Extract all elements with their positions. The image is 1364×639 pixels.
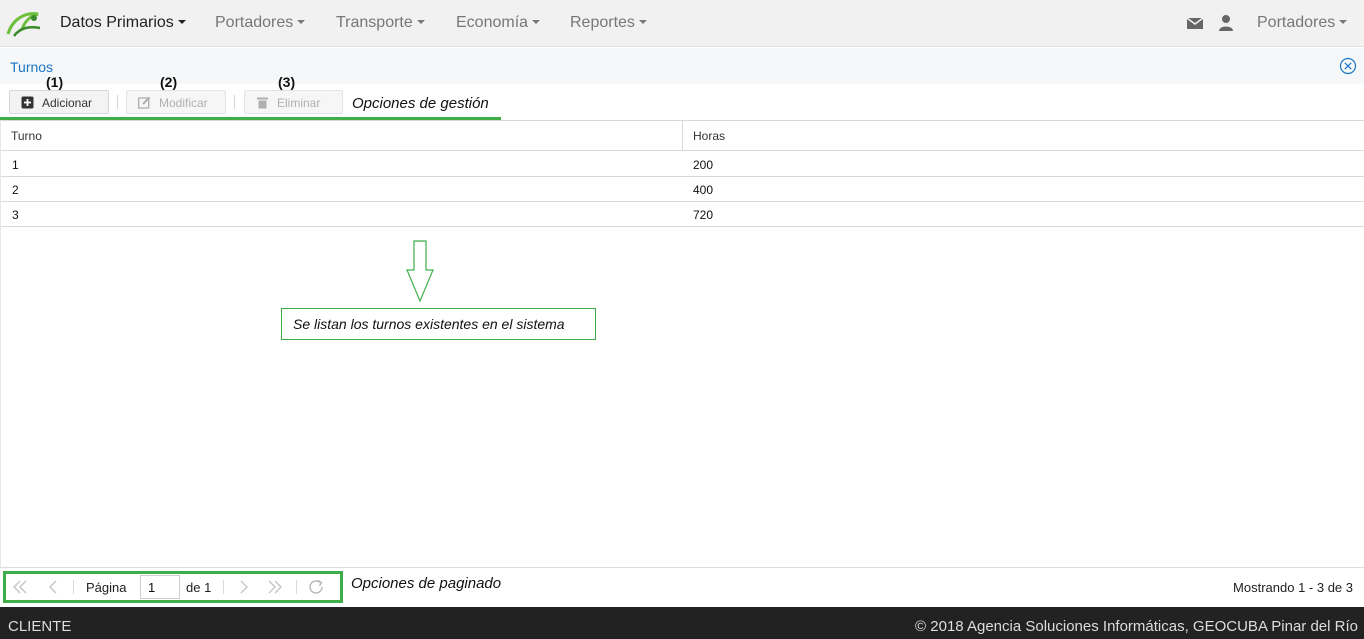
callout-text: Se listan los turnos existentes en el si…	[293, 316, 565, 332]
toolbar-separator	[234, 95, 235, 109]
page-label: Página	[86, 580, 127, 595]
cell-turno: 2	[12, 183, 19, 197]
cell-horas: 400	[693, 183, 714, 197]
table-row[interactable]: 3 720	[1, 202, 1364, 227]
toolbar-separator	[117, 95, 118, 109]
pager-separator	[73, 580, 74, 594]
first-page-icon[interactable]	[11, 579, 29, 595]
plus-square-icon	[21, 96, 34, 109]
footer: CLIENTE © 2018 Agencia Soluciones Inform…	[0, 607, 1364, 639]
add-button-label: Adicionar	[42, 96, 93, 110]
edit-button-label: Modificar	[159, 96, 208, 110]
turnos-grid: Turno Horas 1 200 2 400 3 720	[0, 120, 1364, 567]
panel-title: Turnos	[10, 59, 54, 75]
cell-horas: 200	[693, 158, 714, 172]
column-divider[interactable]	[682, 121, 683, 151]
nav-datos-primarios[interactable]: Datos Primarios	[60, 14, 186, 32]
panel-header: Turnos	[0, 48, 1364, 84]
table-row[interactable]: 1 200	[1, 152, 1364, 177]
footer-copyright: © 2018 Agencia Soluciones Informáticas, …	[915, 618, 1358, 635]
trash-icon	[257, 97, 268, 109]
grid-header: Turno Horas	[1, 121, 1364, 151]
last-page-icon[interactable]	[266, 579, 284, 595]
edit-icon	[138, 96, 151, 109]
next-page-icon[interactable]	[235, 579, 253, 595]
pager-separator	[223, 580, 224, 594]
edit-button[interactable]: Modificar	[126, 90, 226, 114]
close-icon[interactable]	[1339, 57, 1357, 75]
marker-2: (2)	[160, 74, 178, 90]
nav-economia[interactable]: Economía	[456, 14, 541, 32]
table-row[interactable]: 2 400	[1, 177, 1364, 202]
nav-reportes[interactable]: Reportes	[570, 14, 647, 32]
page-count-label: de 1	[186, 580, 212, 595]
logo-icon[interactable]	[4, 6, 44, 40]
user-menu[interactable]: Portadores	[1257, 14, 1348, 32]
callout-annotation: Se listan los turnos existentes en el si…	[281, 308, 596, 340]
prev-page-icon[interactable]	[44, 579, 62, 595]
mail-icon[interactable]	[1186, 14, 1204, 32]
column-header-turno[interactable]: Turno	[11, 129, 42, 143]
down-arrow-icon	[406, 240, 434, 303]
nav-transporte[interactable]: Transporte	[336, 14, 425, 32]
cell-horas: 720	[693, 208, 714, 222]
cell-turno: 1	[12, 158, 19, 172]
nav-portadores[interactable]: Portadores	[215, 14, 306, 32]
delete-button[interactable]: Eliminar	[244, 90, 343, 114]
marker-1: (1)	[46, 74, 64, 90]
add-button[interactable]: Adicionar	[9, 90, 109, 114]
column-header-horas[interactable]: Horas	[693, 129, 725, 143]
cell-turno: 3	[12, 208, 19, 222]
refresh-icon[interactable]	[308, 579, 326, 595]
marker-3: (3)	[278, 74, 296, 90]
footer-client-label: CLIENTE	[8, 618, 72, 635]
management-annotation: Opciones de gestión	[352, 95, 489, 112]
showing-count: Mostrando 1 - 3 de 3	[1233, 580, 1353, 595]
top-navbar: Datos Primarios Portadores Transporte Ec…	[0, 0, 1364, 47]
delete-button-label: Eliminar	[277, 96, 321, 110]
page-number-input[interactable]	[140, 575, 180, 599]
pager-separator	[296, 580, 297, 594]
pager-annotation: Opciones de paginado	[351, 575, 502, 592]
user-icon[interactable]	[1217, 14, 1235, 32]
